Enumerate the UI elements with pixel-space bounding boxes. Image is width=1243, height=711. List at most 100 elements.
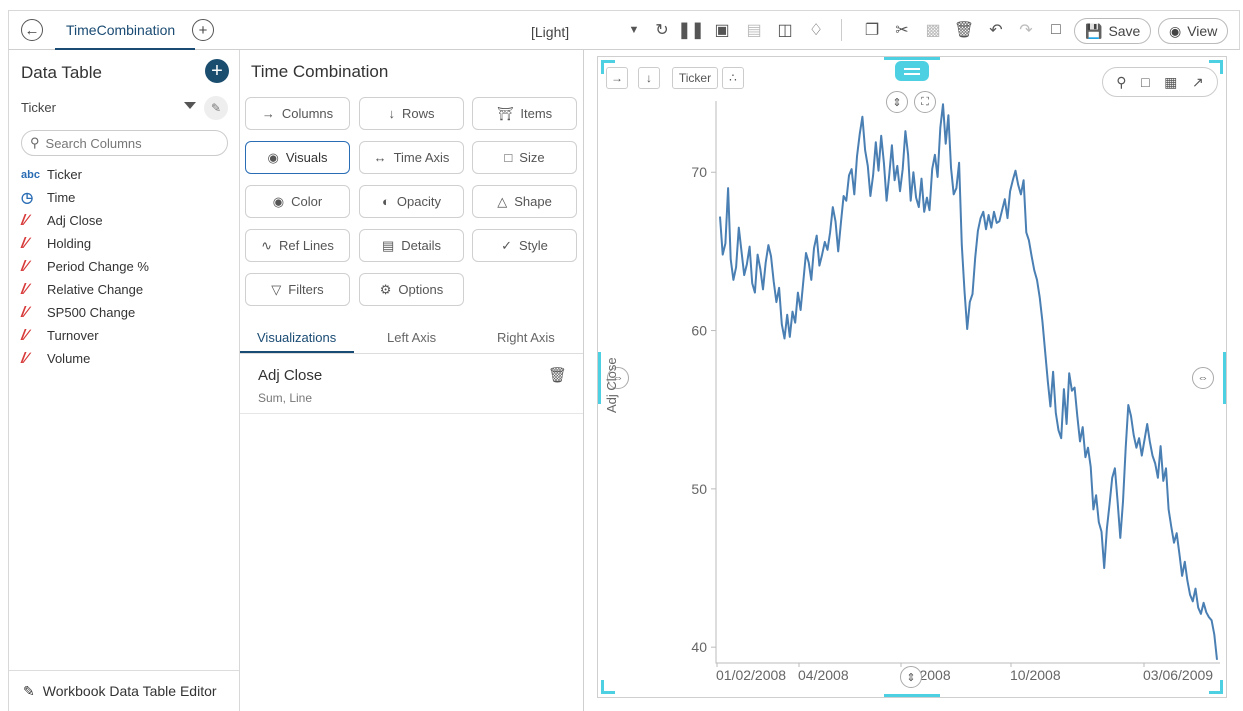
rows-button[interactable]: ↓ Rows: [359, 97, 464, 130]
visualization-item[interactable]: Adj Close Sum, Line 🗑: [240, 356, 583, 414]
bottom-drag-bar[interactable]: [884, 694, 940, 697]
vertical-resize-icon[interactable]: ⇕: [900, 666, 922, 688]
delete-icon[interactable]: 🗑: [953, 19, 975, 41]
visuals-button[interactable]: ◉ Visuals: [245, 141, 350, 174]
items-button[interactable]: ⛩ Items: [472, 97, 577, 130]
details-button[interactable]: ▤ Details: [359, 229, 464, 262]
left-drag-bar[interactable]: [598, 352, 601, 404]
right-drag-bar[interactable]: [1223, 352, 1226, 404]
cut-icon[interactable]: ✂: [891, 19, 913, 41]
expand-icon[interactable]: ↗: [1192, 74, 1204, 91]
clock-icon: ◷: [21, 189, 34, 205]
column-item[interactable]: ◷ Time: [21, 186, 149, 209]
search-icon[interactable]: ⚲: [1116, 74, 1126, 91]
visualization-name: Adj Close: [258, 367, 323, 384]
column-item[interactable]: /∕ Turnover: [21, 324, 149, 347]
columns-button[interactable]: → Columns: [245, 97, 350, 130]
bookmark-icon[interactable]: ◫: [774, 19, 796, 41]
corner-handle[interactable]: [1209, 680, 1223, 694]
size-button[interactable]: □ Size: [472, 141, 577, 174]
pdf-icon[interactable]: ▤: [743, 19, 765, 41]
options-button[interactable]: ⚙ Options: [359, 273, 464, 306]
add-data-table-button[interactable]: +: [205, 59, 229, 83]
column-item[interactable]: /∕ SP500 Change: [21, 301, 149, 324]
x-tick-label: 01/02/2008: [716, 667, 786, 683]
opacity-button[interactable]: ◐ Opacity: [359, 185, 464, 218]
move-handle[interactable]: [895, 61, 929, 81]
ticker-chip[interactable]: Ticker: [672, 67, 718, 89]
vertical-resize-icon[interactable]: ⇕: [886, 91, 908, 113]
shape-label: Shape: [514, 194, 552, 209]
data-table-panel: Data Table + Ticker ✎ ⚲ abc Ticker ◷ Time /∕…: [8, 50, 240, 711]
column-label: Adj Close: [47, 213, 103, 228]
column-list: abc Ticker ◷ Time /∕ Adj Close /∕ Holding /∕ Peri…: [21, 163, 149, 370]
pause-icon[interactable]: ❚❚: [678, 19, 705, 41]
arrow-right-icon: →: [261, 106, 275, 121]
redo-icon[interactable]: ↷: [1015, 19, 1037, 41]
refresh-icon[interactable]: ↻: [651, 19, 673, 41]
tab-visualizations[interactable]: Visualizations: [257, 330, 336, 345]
add-tab-icon[interactable]: +: [192, 19, 214, 41]
paste-icon[interactable]: ▩: [922, 19, 944, 41]
visual-settings-panel: Time Combination → Columns ↓ Rows ⛩ Items ◉…: [240, 50, 584, 711]
add-row-icon[interactable]: ↓: [638, 67, 660, 89]
tab-left-axis[interactable]: Left Axis: [387, 330, 436, 345]
top-drag-bar[interactable]: [884, 57, 940, 60]
undo-icon[interactable]: ↶: [985, 19, 1007, 41]
save-button[interactable]: 💾 Save: [1074, 18, 1152, 44]
column-item[interactable]: abc Ticker: [21, 163, 149, 186]
chart-tools: ⚲ □ ▦ ↗: [1102, 67, 1218, 97]
column-label: Holding: [47, 236, 92, 251]
numeric-type-icon: /∕: [21, 212, 28, 229]
add-column-icon[interactable]: →: [606, 67, 628, 89]
copy-icon[interactable]: ❐: [861, 19, 883, 41]
theme-selector[interactable]: [Light]: [531, 24, 569, 40]
tab-underline: [240, 351, 354, 353]
fullscreen-icon[interactable]: ⛶: [914, 91, 936, 113]
view-button[interactable]: ◉ View: [1158, 18, 1229, 44]
view-label: View: [1187, 23, 1218, 39]
items-label: Items: [520, 106, 553, 121]
column-item[interactable]: /∕ Period Change %: [21, 255, 149, 278]
comment-icon[interactable]: □: [1045, 19, 1067, 41]
ref-lines-button[interactable]: ∿ Ref Lines: [245, 229, 350, 262]
data-table-select[interactable]: Ticker: [21, 100, 56, 115]
adj-close-series-line[interactable]: [719, 103, 1218, 660]
time-axis-label: Time Axis: [393, 150, 450, 165]
time-axis-button[interactable]: ↔ Time Axis: [359, 141, 464, 174]
style-button[interactable]: ✓ Style: [472, 229, 577, 262]
columns-label: Columns: [281, 106, 334, 121]
horizontal-resize-icon[interactable]: ⇔: [1192, 367, 1214, 389]
column-label: Time: [47, 190, 76, 205]
column-label: Period Change %: [47, 259, 149, 274]
edit-pencil-icon[interactable]: ✎: [204, 96, 228, 120]
column-item[interactable]: /∕ Relative Change: [21, 278, 149, 301]
corner-handle[interactable]: [601, 680, 615, 694]
select-icon[interactable]: □: [1141, 74, 1149, 90]
gear-icon: ⚙: [379, 281, 392, 297]
chart-panel: 40 50 60 70 01/02/2008 04/2008 07/2008 10/2008 0…: [597, 56, 1227, 698]
trash-icon[interactable]: 🗑: [548, 366, 567, 384]
search-input[interactable]: [45, 135, 216, 151]
style-label: Style: [519, 238, 548, 253]
filters-button[interactable]: ▽ Filters: [245, 273, 350, 306]
alert-bell-icon[interactable]: ♢: [805, 19, 827, 41]
scatter-icon[interactable]: ∴: [722, 67, 744, 89]
export-excel-icon[interactable]: ▦: [1164, 74, 1177, 91]
theme-dropdown-icon[interactable]: ▼: [623, 19, 645, 41]
workbook-tab[interactable]: TimeCombination: [66, 22, 175, 38]
snapshot-icon[interactable]: ▣: [711, 19, 733, 41]
chevron-down-icon[interactable]: [184, 102, 196, 109]
back-icon[interactable]: ←: [21, 19, 43, 41]
column-item[interactable]: /∕ Holding: [21, 232, 149, 255]
eye-icon: ◉: [1169, 22, 1182, 39]
shape-button[interactable]: △ Shape: [472, 185, 577, 218]
color-button[interactable]: ◉ Color: [245, 185, 350, 218]
workbook-data-table-editor-link[interactable]: ✎ Workbook Data Table Editor: [9, 670, 239, 711]
edit-icon: ✎: [23, 682, 35, 699]
tab-right-axis[interactable]: Right Axis: [497, 330, 555, 345]
column-item[interactable]: /∕ Volume: [21, 347, 149, 370]
column-item[interactable]: /∕ Adj Close: [21, 209, 149, 232]
visuals-label: Visuals: [285, 150, 328, 165]
search-columns[interactable]: ⚲: [21, 130, 228, 156]
